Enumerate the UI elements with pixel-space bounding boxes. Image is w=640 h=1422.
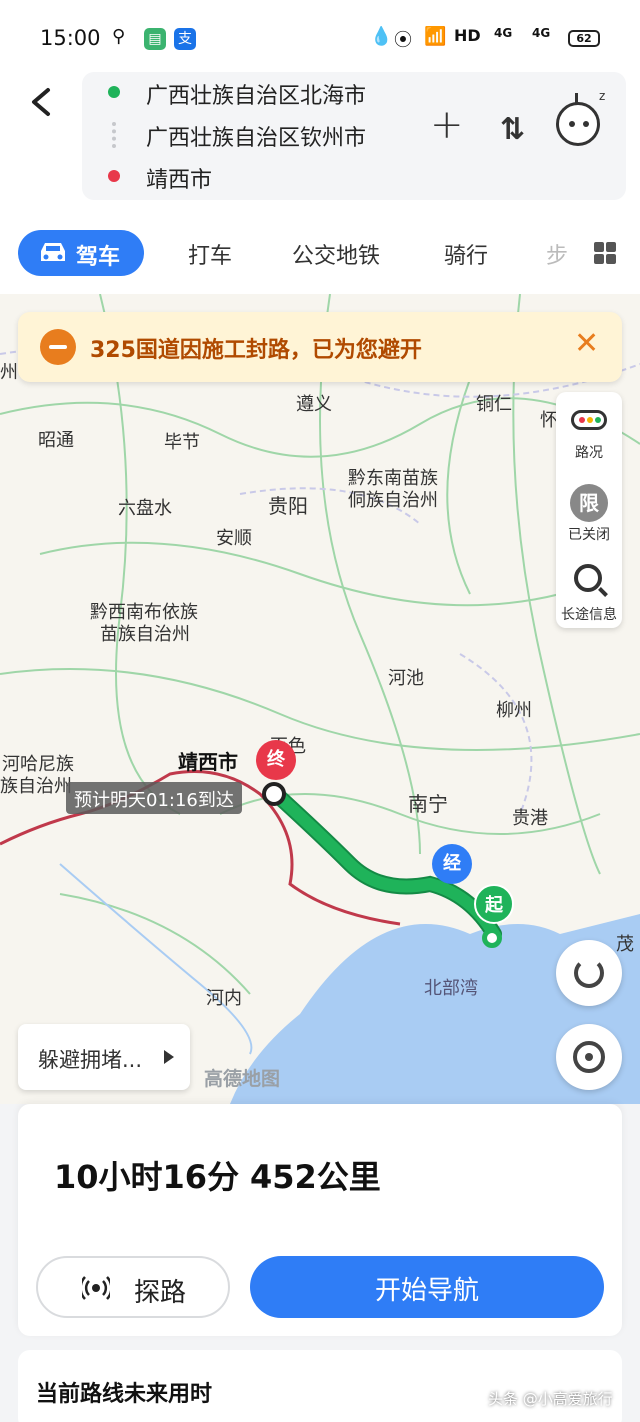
- alipay-app-icon: 支: [174, 28, 196, 50]
- origin-dot-icon: [108, 86, 120, 98]
- map-label-tongren: 铜仁: [476, 394, 512, 415]
- road-closure-notice[interactable]: 325国道因施工封路，已为您避开 ✕: [18, 312, 622, 382]
- waypoint-row[interactable]: 广西壮族自治区钦州市: [82, 114, 412, 154]
- destination-row[interactable]: 靖西市: [82, 156, 412, 196]
- map-dest-label: 靖西市: [178, 750, 238, 774]
- map-label-zunyi: 遵义: [296, 394, 332, 415]
- route-header: 广西壮族自治区北海市 广西壮族自治区钦州市 靖西市 + ⇅ z: [0, 72, 640, 216]
- map-label-bijie: 毕节: [164, 432, 200, 453]
- signal-4g-2: 4G: [532, 26, 551, 40]
- map-label-hechi: 河池: [388, 668, 424, 689]
- source-watermark: 头条 @小高爱旅行: [488, 1390, 613, 1408]
- map-label-liuzhou: 柳州: [496, 700, 532, 721]
- probe-button[interactable]: 探路: [36, 1256, 230, 1318]
- map-label-guigang: 贵港: [512, 808, 548, 829]
- map-label-qianxinan-2: 苗族自治州: [100, 624, 190, 645]
- map-label-anshun: 安顺: [216, 528, 252, 549]
- traffic-label: 路况: [575, 445, 603, 461]
- avoid-congestion-label: 躲避拥堵...: [38, 1048, 143, 1072]
- route-input-box: 广西壮族自治区北海市 广西壮族自治区钦州市 靖西市 + ⇅ z: [82, 72, 626, 200]
- eta-tag: 预计明天01:16到达: [66, 782, 242, 814]
- wifi-icon: 📶: [424, 26, 447, 47]
- map-watermark: 高德地图: [204, 1068, 281, 1090]
- tab-drive[interactable]: 驾车: [18, 230, 144, 276]
- route-distance: 452公里: [250, 1158, 381, 1196]
- swap-route-button[interactable]: ⇅: [500, 112, 525, 147]
- waypoint-dots-icon: [112, 122, 116, 148]
- chevron-left-icon: [32, 88, 50, 116]
- map-view[interactable]: 遵义 铜仁 昭通 毕节 贵阳 黔东南苗族 侗族自治州 六盘水 安顺 黔西南布依族…: [0, 294, 640, 1104]
- close-notice-button[interactable]: ✕: [574, 326, 599, 361]
- restriction-label: 已关闭: [568, 527, 610, 543]
- tab-transit[interactable]: 公交地铁: [292, 238, 380, 270]
- tab-walk[interactable]: 步: [546, 238, 568, 270]
- tab-bike[interactable]: 骑行: [444, 238, 488, 270]
- broadcast-icon: [82, 1276, 110, 1300]
- origin-text: 广西壮族自治区北海市: [146, 84, 367, 109]
- play-arrow-icon: [164, 1050, 174, 1064]
- add-waypoint-button[interactable]: +: [430, 102, 464, 148]
- waypoint-text: 广西壮族自治区钦州市: [146, 126, 367, 151]
- map-label-beibu-gulf: 北部湾: [424, 978, 478, 999]
- long-trip-info-icon[interactable]: [574, 564, 602, 592]
- location-icon: ⦿: [394, 30, 412, 51]
- start-navigation-button[interactable]: 开始导航: [250, 1256, 604, 1318]
- map-label-mao: 茂: [616, 934, 634, 955]
- map-label-honghe-2: 族自治州: [0, 776, 72, 797]
- transport-tabs: 驾车 打车 公交地铁 骑行 步: [0, 216, 640, 294]
- via-pin[interactable]: 经: [432, 844, 472, 884]
- warning-icon: [40, 329, 76, 365]
- car-icon: [41, 243, 65, 261]
- probe-label: 探路: [134, 1278, 187, 1308]
- destination-dot-icon: [108, 170, 120, 182]
- destination-text: 靖西市: [146, 168, 213, 193]
- battery-indicator: 62: [568, 30, 600, 47]
- map-tools-panel: 路况 限 已关闭 长途信息: [556, 392, 622, 628]
- map-label-nanning: 南宁: [408, 792, 448, 816]
- future-time-title: 当前路线未来用时: [36, 1382, 213, 1407]
- refresh-route-button[interactable]: [556, 940, 622, 1006]
- start-point-icon: [482, 928, 502, 948]
- back-button[interactable]: [24, 78, 60, 128]
- status-bar: 15:00 ⚲ ▤ 支 💧 ⦿ 📶 HD 4G 4G 62: [0, 0, 640, 78]
- start-pin[interactable]: 起: [474, 884, 514, 924]
- avoid-congestion-button[interactable]: 躲避拥堵...: [18, 1024, 190, 1090]
- route-duration: 10小时16分: [54, 1158, 240, 1196]
- map-label-zhaotong: 昭通: [38, 430, 74, 451]
- start-navigation-label: 开始导航: [374, 1276, 479, 1306]
- end-pin[interactable]: 终: [256, 740, 296, 780]
- search-icon: ⚲: [112, 26, 126, 47]
- locate-icon: [573, 1041, 605, 1073]
- locate-button[interactable]: [556, 1024, 622, 1090]
- traffic-icon[interactable]: [571, 410, 607, 430]
- signal-4g-1: 4G: [494, 26, 513, 40]
- map-label-guiyang: 贵阳: [268, 494, 308, 518]
- chat-app-icon: ▤: [144, 28, 166, 50]
- status-time: 15:00: [40, 26, 101, 50]
- map-label-zhou: 州: [0, 362, 18, 383]
- drop-icon: 💧: [370, 26, 393, 47]
- tab-taxi[interactable]: 打车: [188, 238, 232, 270]
- origin-row[interactable]: 广西壮族自治区北海市: [82, 72, 412, 112]
- route-summary-card: 10小时16分 452公里 探路 开始导航: [18, 1104, 622, 1336]
- voice-assistant-icon[interactable]: z: [556, 89, 605, 146]
- hd-indicator: HD: [454, 26, 481, 45]
- restriction-icon[interactable]: 限: [570, 484, 608, 522]
- notice-text: 325国道因施工封路，已为您避开: [90, 338, 422, 363]
- map-label-hanoi: 河内: [206, 988, 242, 1009]
- map-label-liupanshui: 六盘水: [118, 498, 172, 519]
- end-point-icon: [262, 782, 286, 806]
- refresh-icon: [574, 958, 604, 988]
- future-time-card[interactable]: 当前路线未来用时: [18, 1350, 622, 1422]
- tab-drive-label: 驾车: [76, 245, 121, 270]
- map-label-qiandongnan-2: 侗族自治州: [348, 490, 438, 511]
- long-trip-info-label: 长途信息: [561, 607, 617, 623]
- more-tabs-icon[interactable]: [594, 242, 616, 264]
